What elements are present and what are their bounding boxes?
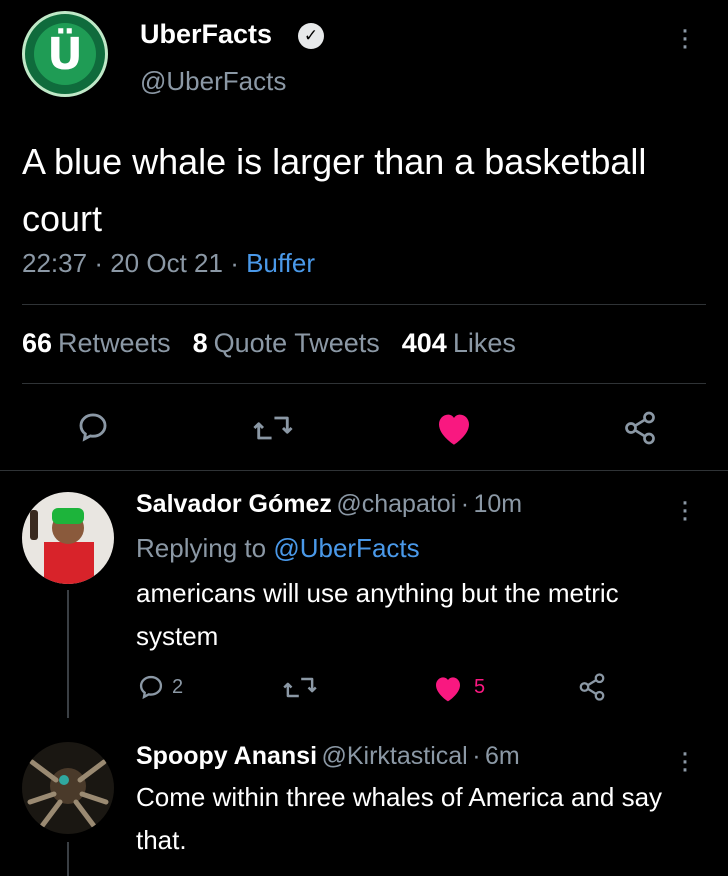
more-icon[interactable]: · · · — [680, 738, 690, 784]
replying-to-link[interactable]: @UberFacts — [273, 533, 419, 563]
tweet-time: 22:37 — [22, 248, 88, 278]
reply-icon[interactable] — [76, 410, 110, 444]
salvador-avatar[interactable] — [22, 492, 114, 584]
retweets-stat[interactable]: 66 Retweets — [22, 328, 171, 359]
spoopy-anansi-avatar[interactable] — [22, 742, 114, 834]
verified-badge-icon: ✓ — [298, 23, 324, 49]
thread-line — [67, 842, 69, 876]
divider — [22, 304, 706, 305]
reply-author-name[interactable]: Salvador Gómez — [136, 490, 332, 518]
tweet-meta: 22:37 · 20 Oct 21 · Buffer — [22, 248, 315, 279]
more-icon[interactable]: · · · — [680, 15, 690, 61]
uberfacts-logo: Ü — [34, 23, 96, 85]
share-icon[interactable] — [622, 410, 658, 446]
reply-handle[interactable]: @Kirktastical — [321, 742, 467, 770]
reply-header: Salvador Gómez @chapatoi · 10m — [136, 490, 522, 519]
tweet-stats: 66 Retweets 8 Quote Tweets 404 Likes — [22, 328, 516, 359]
avatar-image — [22, 742, 114, 834]
heart-icon[interactable] — [432, 673, 464, 703]
meta-separator: · — [94, 248, 103, 278]
author-handle[interactable]: @UberFacts — [140, 66, 286, 97]
reply-text: Come within three whales of America and … — [136, 782, 663, 855]
like-count: 5 — [474, 676, 486, 698]
divider — [22, 383, 706, 384]
tweet-date: 20 Oct 21 — [110, 248, 223, 278]
meta-separator: · — [472, 742, 481, 770]
avatar-image — [22, 492, 114, 584]
reply-text: americans will use anything but the metr… — [136, 578, 619, 651]
quote-tweets-stat[interactable]: 8 Quote Tweets — [193, 328, 380, 359]
reply-header: Spoopy Anansi @Kirktastical · 6m — [136, 742, 520, 771]
heart-icon[interactable] — [434, 409, 474, 447]
reply-count: 2 — [172, 676, 184, 698]
retweet-icon[interactable] — [283, 674, 317, 701]
more-icon[interactable]: · · · — [680, 487, 690, 533]
tweet-source-link[interactable]: Buffer — [246, 248, 315, 278]
replying-prefix: Replying to — [136, 533, 267, 563]
thread-line — [67, 590, 69, 718]
author-name[interactable]: UberFacts — [140, 19, 272, 50]
replying-to: Replying to @UberFacts — [136, 533, 420, 564]
divider — [0, 470, 728, 471]
meta-separator: · — [230, 248, 239, 278]
reply-author-name[interactable]: Spoopy Anansi — [136, 742, 317, 770]
reply-age: 6m — [484, 742, 520, 770]
tweet-text: A blue whale is larger than a basketball… — [22, 141, 647, 239]
likes-stat[interactable]: 404 Likes — [402, 328, 516, 359]
reply-icon[interactable] — [137, 673, 165, 701]
meta-separator: · — [460, 490, 470, 518]
uberfacts-avatar[interactable]: Ü — [22, 11, 108, 97]
reply-age: 10m — [473, 490, 523, 518]
retweet-icon[interactable] — [253, 412, 293, 444]
share-icon[interactable] — [577, 672, 607, 702]
reply-handle[interactable]: @chapatoi — [336, 490, 456, 518]
